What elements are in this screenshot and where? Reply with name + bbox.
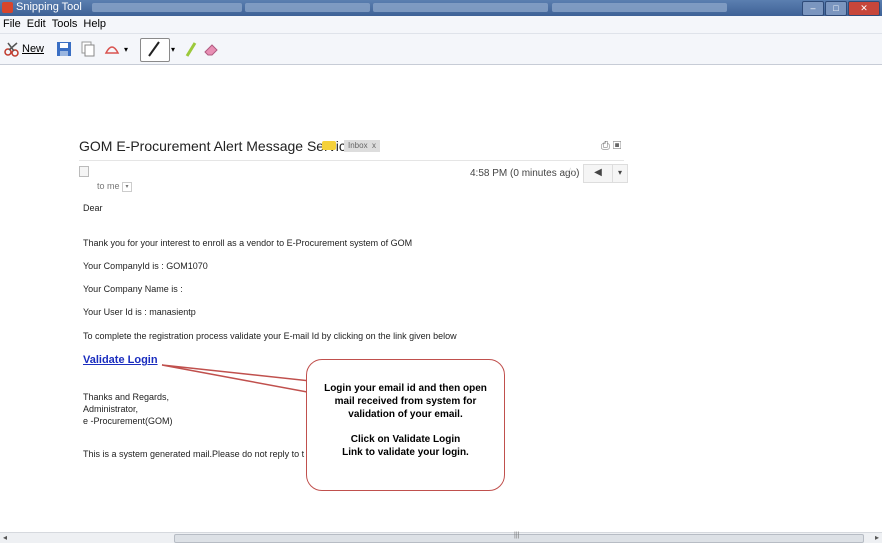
window-titlebar: Snipping Tool – □ ✕ bbox=[0, 0, 882, 16]
star-icon[interactable]: ☆ bbox=[565, 165, 576, 179]
send-dropdown[interactable]: ▾ bbox=[124, 40, 128, 58]
scroll-right-arrow-icon[interactable]: ▸ bbox=[875, 533, 879, 542]
eraser-icon bbox=[204, 44, 218, 56]
highlighter-button[interactable] bbox=[183, 40, 199, 58]
new-window-icon[interactable]: ▣ bbox=[613, 140, 621, 152]
email-subject: GOM E-Procurement Alert Message Service!… bbox=[79, 138, 362, 154]
menu-file[interactable]: File bbox=[0, 16, 24, 32]
pen-tool-button[interactable] bbox=[140, 38, 170, 62]
callout-text: Login your email id and then open bbox=[324, 383, 487, 394]
print-icon[interactable]: ⎙ bbox=[601, 140, 610, 152]
save-icon bbox=[57, 42, 71, 56]
scroll-left-arrow-icon[interactable]: ◂ bbox=[3, 533, 7, 542]
close-button[interactable]: ✕ bbox=[848, 1, 880, 16]
instruction-callout: Login your email id and then open mail r… bbox=[306, 359, 505, 491]
pen-icon bbox=[148, 41, 160, 57]
blurred-browser-tab bbox=[552, 3, 727, 12]
pen-dropdown[interactable]: ▾ bbox=[171, 40, 175, 58]
callout-text: Click on Validate Login bbox=[350, 434, 461, 445]
remove-label-icon[interactable]: x bbox=[372, 141, 376, 150]
new-label: New bbox=[22, 43, 45, 55]
callout-text: mail received from system for bbox=[334, 396, 477, 407]
window-title: Snipping Tool bbox=[16, 1, 82, 13]
email-body-line: To complete the registration process val… bbox=[83, 331, 457, 341]
new-snip-button[interactable]: New bbox=[4, 40, 44, 58]
window-controls: – □ ✕ bbox=[802, 1, 880, 16]
menu-bar: File Edit Tools Help bbox=[0, 16, 882, 34]
more-actions-button[interactable]: ▾ bbox=[612, 164, 628, 183]
copy-button[interactable] bbox=[80, 40, 96, 58]
reply-button[interactable]: ◀ bbox=[583, 164, 613, 183]
scrollbar-grip-icon: ||| bbox=[514, 532, 520, 539]
callout-text: validation of your email. bbox=[348, 409, 463, 420]
blurred-browser-tab bbox=[92, 3, 242, 12]
email-time: 4:58 PM (0 minutes ago) bbox=[470, 168, 580, 179]
send-snip-button[interactable] bbox=[104, 40, 120, 58]
maximize-button[interactable]: □ bbox=[825, 1, 847, 16]
email-actions: ⎙ ▣ bbox=[601, 140, 621, 153]
divider bbox=[79, 160, 624, 161]
chevron-down-icon: ▾ bbox=[617, 168, 622, 177]
chevron-down-icon: ▾ bbox=[122, 181, 133, 192]
toolbar: New ▾ ▾ bbox=[0, 34, 882, 65]
highlighter-icon bbox=[185, 42, 197, 57]
menu-edit[interactable]: Edit bbox=[24, 16, 49, 32]
chevron-down-icon: ▾ bbox=[171, 44, 176, 54]
copy-icon bbox=[81, 41, 95, 57]
minimize-button[interactable]: – bbox=[802, 1, 824, 16]
validate-login-link[interactable]: Validate Login bbox=[83, 354, 158, 366]
sender-avatar bbox=[79, 166, 89, 177]
email-signature-line: e -Procurement(GOM) bbox=[83, 416, 173, 426]
email-greeting: Dear bbox=[83, 203, 103, 213]
email-body-line: Your CompanyId is : GOM1070 bbox=[83, 261, 208, 271]
eraser-button[interactable] bbox=[203, 40, 219, 58]
email-footer-note: This is a system generated mail.Please d… bbox=[83, 449, 305, 459]
blurred-browser-tab bbox=[373, 3, 548, 12]
menu-help[interactable]: Help bbox=[80, 16, 109, 32]
send-icon bbox=[104, 46, 120, 54]
horizontal-scrollbar[interactable]: ◂ ||| ▸ bbox=[0, 532, 882, 543]
reply-icon: ◀ bbox=[594, 167, 602, 178]
save-button[interactable] bbox=[56, 40, 72, 58]
blurred-browser-tab bbox=[245, 3, 370, 12]
email-body-line: Your Company Name is : bbox=[83, 284, 183, 294]
inbox-label-chip[interactable]: Inbox x bbox=[344, 140, 381, 152]
scissors-icon bbox=[4, 42, 19, 57]
chevron-down-icon: ▾ bbox=[124, 44, 129, 54]
email-signature-line: Thanks and Regards, bbox=[83, 392, 170, 402]
callout-text: Link to validate your login. bbox=[342, 447, 469, 458]
recipient-details[interactable]: to me ▾ bbox=[97, 181, 133, 192]
menu-tools[interactable]: Tools bbox=[49, 16, 81, 32]
inbox-label: Inbox bbox=[348, 141, 368, 150]
importance-label-icon[interactable] bbox=[322, 141, 336, 150]
email-signature-line: Administrator, bbox=[83, 404, 139, 414]
snipping-tool-app-icon bbox=[2, 2, 13, 13]
email-body-line: Your User Id is : manasientp bbox=[83, 307, 196, 317]
email-body-line: Thank you for your interest to enroll as… bbox=[83, 238, 413, 248]
to-me-label: to me bbox=[97, 181, 120, 191]
